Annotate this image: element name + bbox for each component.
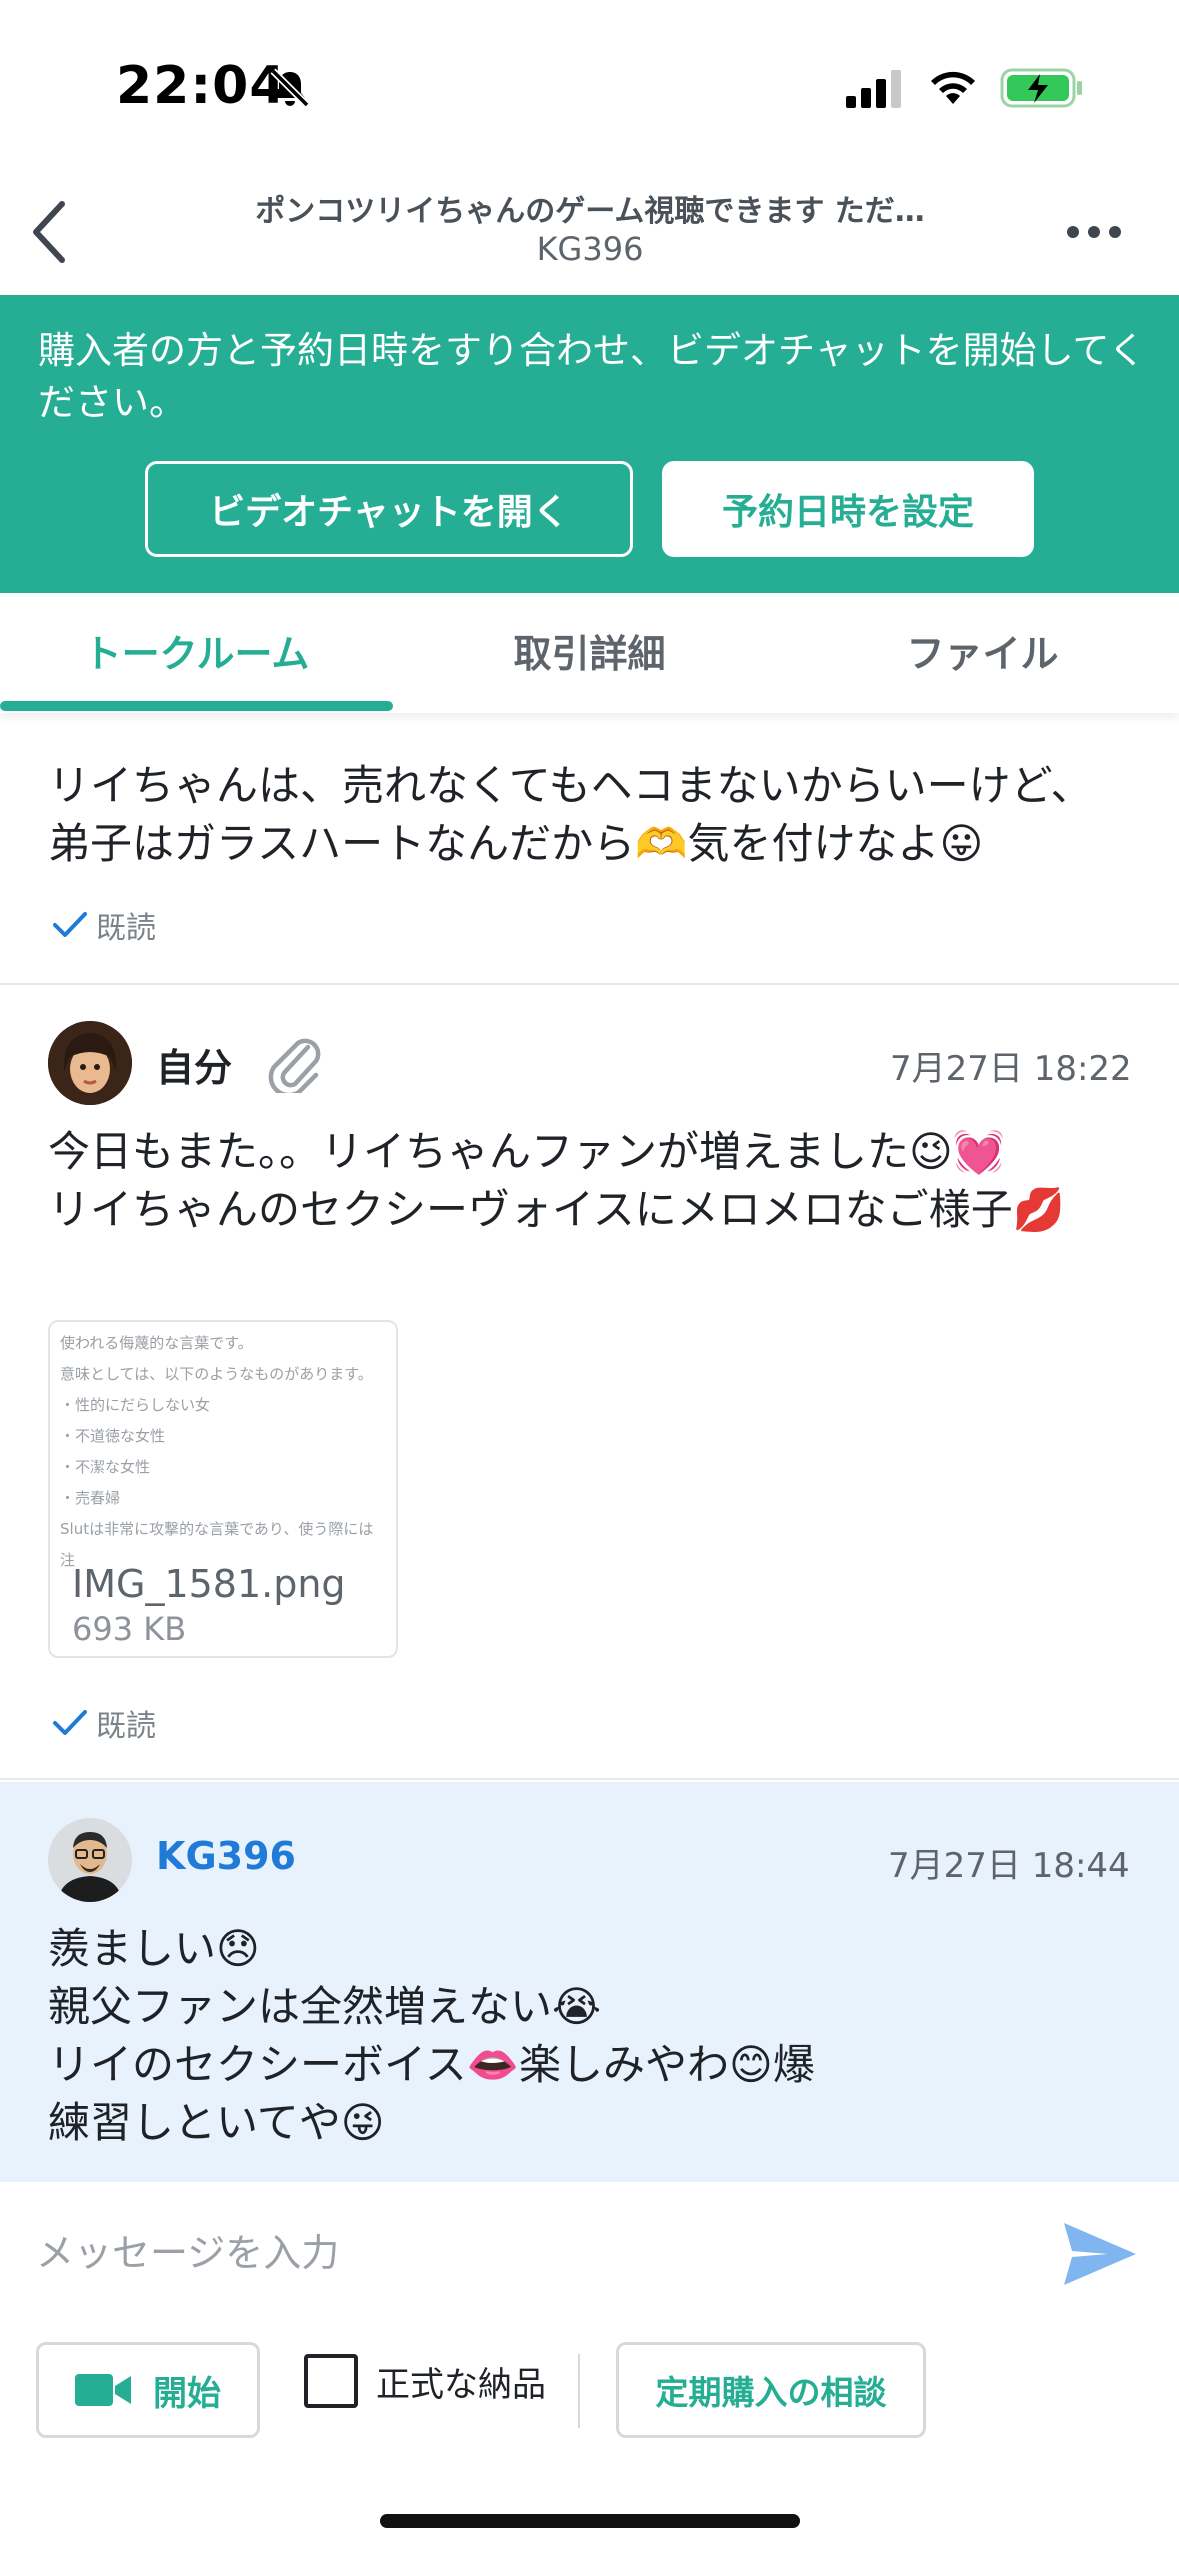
video-camera-icon — [75, 2374, 131, 2406]
more-dots-icon — [1067, 226, 1121, 238]
banner-text: 購入者の方と予約日時をすり合わせ、ビデオチャットを開始してください。 — [38, 329, 1146, 424]
home-indicator[interactable] — [380, 2514, 800, 2528]
set-reservation-button[interactable]: 予約日時を設定 — [662, 461, 1034, 557]
thumbnail-text: ・売春婦 — [60, 1489, 121, 1507]
avatar — [48, 1818, 132, 1902]
back-button[interactable] — [18, 196, 78, 268]
message-time: 7月27日 18:22 — [890, 1049, 1132, 1089]
check-icon — [53, 912, 87, 937]
message-text: 羨ましい😞 親父ファンは全然増えない😭 リイのセクシーボイス👄楽しみやわ😊爆 練… — [48, 1920, 815, 2152]
read-label: 既読 — [96, 911, 156, 946]
avatar — [48, 1021, 132, 1105]
message-line: 羨ましい😞 — [48, 1924, 260, 1973]
video-chat-banner: 購入者の方と予約日時をすり合わせ、ビデオチャットを開始してください。 ビデオチャ… — [0, 295, 1179, 593]
chevron-left-icon — [33, 201, 65, 263]
message-input[interactable] — [36, 2218, 1016, 2288]
thumbnail-text: ・不潔な女性 — [60, 1458, 151, 1476]
thumbnail-text: ・不道徳な女性 — [60, 1427, 166, 1445]
avatar-image — [48, 1021, 132, 1105]
subscription-consult-button[interactable]: 定期購入の相談 — [616, 2342, 926, 2438]
message-line: リイちゃんは、売れなくてもヘコまないからいーけど、 — [48, 761, 1093, 810]
message-line: 今日もまた。。リイちゃんファンが増えました😉💓 — [48, 1127, 1006, 1176]
message-line: 弟子はガラスハートなんだから🫶気を付けなよ😛 — [48, 819, 984, 868]
tab-files[interactable]: ファイル — [786, 623, 1179, 678]
more-button[interactable] — [1064, 210, 1124, 254]
thumbnail-text: 使われる侮蔑的な言葉です。 — [60, 1334, 253, 1352]
open-video-chat-button[interactable]: ビデオチャットを開く — [145, 461, 633, 557]
page-title: ポンコツリイちゃんのゲーム視聴できます ただ… — [255, 194, 925, 229]
status-time: 22:04 — [116, 56, 287, 116]
message-partial: リイちゃんは、売れなくてもヘコまないからいーけど、 弟子はガラスハートなんだから… — [0, 713, 1179, 985]
start-video-button[interactable]: 開始 — [36, 2342, 260, 2438]
read-receipt: 既読 — [52, 1701, 156, 1745]
send-button[interactable] — [1058, 2212, 1142, 2296]
thumbnail-text: ・性的にだらしない女 — [60, 1396, 211, 1414]
start-label: 開始 — [153, 2373, 221, 2414]
message-line: リイのセクシーボイス👄楽しみやわ😊爆 — [48, 2040, 815, 2089]
read-receipt: 既読 — [52, 903, 156, 947]
tab-talkroom[interactable]: トークルーム — [0, 623, 393, 678]
formal-delivery-label: 正式な納品 — [376, 2364, 546, 2405]
battery-charging-icon — [1000, 68, 1082, 108]
message-line: 練習しといてや😜 — [48, 2098, 385, 2147]
formal-delivery-toggle[interactable]: 正式な納品 — [304, 2354, 546, 2408]
file-name: IMG_1581.png — [72, 1562, 346, 1606]
attachment-thumbnail: 使われる侮蔑的な言葉です。 意味としては、以下のようなものがあります。 ・性的に… — [50, 1322, 396, 1569]
message-self: 自分 7月27日 18:22 今日もまた。。リイちゃんファンが増えました😉💓 リ… — [0, 985, 1179, 1780]
image-attachment[interactable]: 使われる侮蔑的な言葉です。 意味としては、以下のようなものがあります。 ・性的に… — [48, 1320, 398, 1658]
paperclip-icon[interactable] — [264, 1029, 324, 1093]
read-label: 既読 — [96, 1709, 156, 1744]
formal-delivery-checkbox[interactable] — [304, 2354, 358, 2408]
thumbnail-text: 意味としては、以下のようなものがあります。 — [60, 1365, 373, 1383]
active-tab-indicator — [0, 701, 393, 711]
message-text: リイちゃんは、売れなくてもヘコまないからいーけど、 弟子はガラスハートなんだから… — [48, 757, 1093, 873]
avatar-image — [48, 1818, 132, 1902]
message-line: 親父ファンは全然増えない😭 — [48, 1982, 602, 2031]
status-bar: 22:04 — [0, 0, 1179, 170]
message-line: リイちゃんのセクシーヴォイスにメロメロなご様子💋 — [48, 1185, 1066, 1234]
check-icon — [53, 1710, 87, 1735]
divider — [578, 2354, 580, 2428]
message-other: KG396 7月27日 18:44 羨ましい😞 親父ファンは全然増えない😭 リイ… — [0, 1782, 1179, 2182]
composer: 開始 正式な納品 定期購入の相談 — [0, 2182, 1179, 2556]
tab-transaction-details[interactable]: 取引詳細 — [393, 623, 786, 678]
nav-header: ポンコツリイちゃんのゲーム視聴できます ただ… KG396 — [0, 170, 1179, 295]
sender-name[interactable]: KG396 — [156, 1834, 296, 1878]
tab-bar: トークルーム 取引詳細 ファイル — [0, 593, 1179, 713]
message-time: 7月27日 18:44 — [888, 1846, 1130, 1886]
bell-off-icon — [270, 68, 310, 108]
signal-icon — [846, 70, 901, 108]
file-size: 693 KB — [72, 1610, 187, 1648]
message-text: 今日もまた。。リイちゃんファンが増えました😉💓 リイちゃんのセクシーヴォイスにメ… — [48, 1123, 1065, 1239]
send-icon — [1064, 2223, 1136, 2285]
wifi-icon — [931, 71, 975, 104]
page-subtitle: KG396 — [536, 230, 644, 268]
sender-name: 自分 — [156, 1046, 233, 1090]
